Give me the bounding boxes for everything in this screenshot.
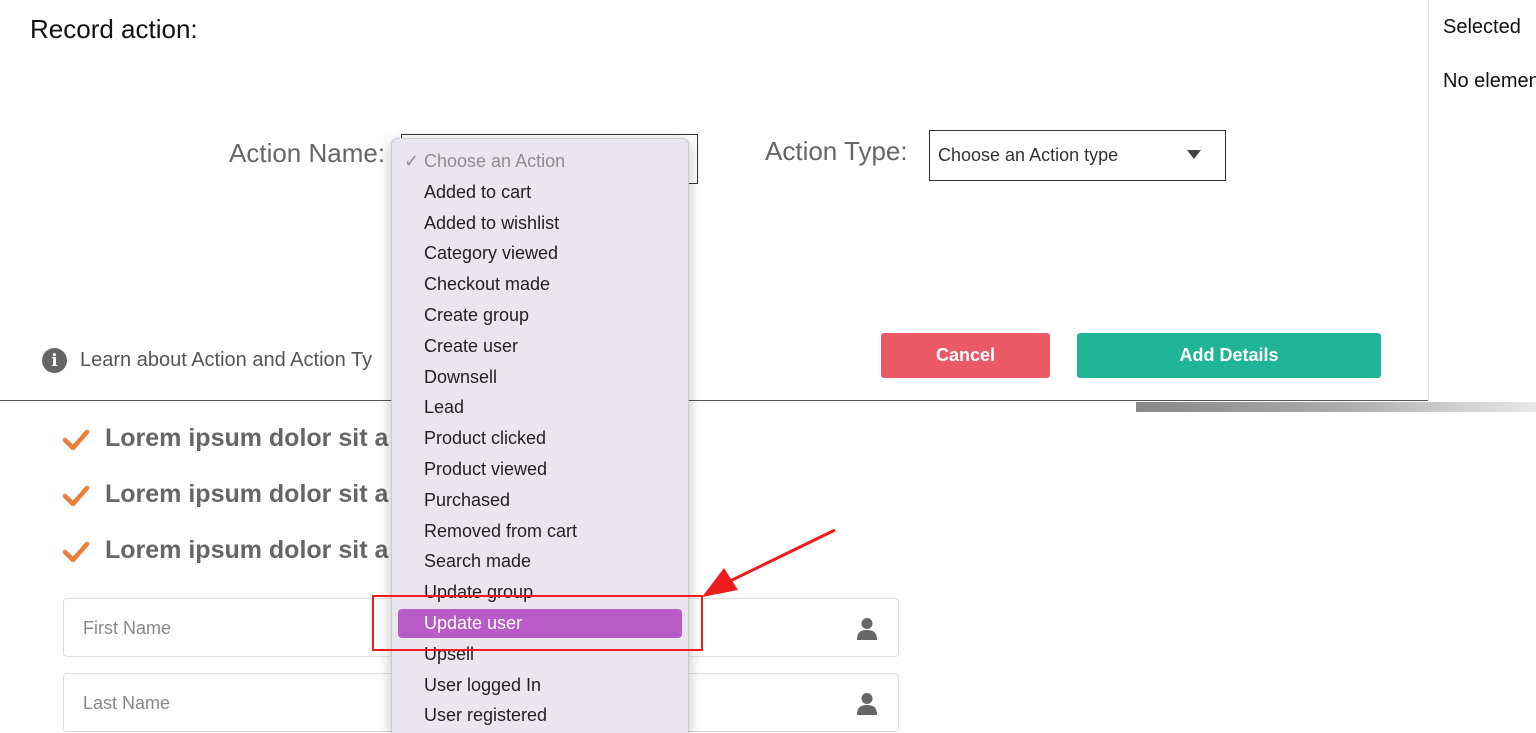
feature-bullet-text: Lorem ipsum dolor sit a [105,480,389,508]
dropdown-option[interactable]: User registered [398,701,682,730]
feature-bullet: Lorem ipsum dolor sit a [62,536,388,565]
action-type-select[interactable]: Choose an Action type [929,130,1226,181]
check-icon [62,429,90,450]
annotation-highlight-box [372,595,703,651]
selected-elements-panel: Selected No elemen [1428,0,1536,400]
dropdown-option[interactable]: Lead [398,393,682,422]
modal-title: Record action: [30,14,198,44]
selected-elements-title: Selected [1443,16,1521,38]
learn-more-link[interactable]: i Learn about Action and Action Ty [42,348,372,373]
dropdown-option[interactable]: User logged In [398,671,682,700]
check-icon [62,541,90,562]
learn-more-text: Learn about Action and Action Ty [80,349,373,371]
dropdown-option[interactable]: Purchased [398,486,682,515]
user-icon [857,618,877,640]
first-name-placeholder: First Name [83,618,172,638]
check-icon [62,485,90,506]
dropdown-option[interactable]: Create group [398,301,682,330]
feature-bullet-text: Lorem ipsum dolor sit a [105,536,389,564]
checkmark-icon: ✓ [404,151,420,171]
feature-bullet-text: Lorem ipsum dolor sit a [105,424,389,452]
record-action-modal: Record action: Action Name: Action Type:… [0,0,1428,401]
dropdown-option[interactable]: Create user [398,332,682,361]
dropdown-option[interactable]: Category viewed [398,239,682,268]
feature-bullet: Lorem ipsum dolor sit a [62,480,388,509]
no-elements-text: No elemen [1443,70,1536,92]
cancel-button[interactable]: Cancel [881,333,1050,378]
dropdown-option[interactable]: Removed from cart [398,517,682,546]
panel-shadow [1136,402,1536,412]
feature-bullet: Lorem ipsum dolor sit a [62,424,388,453]
user-icon [857,693,877,715]
dropdown-option[interactable]: Added to wishlist [398,209,682,238]
last-name-placeholder: Last Name [83,693,171,713]
dropdown-option-placeholder[interactable]: ✓ Choose an Action [398,147,682,176]
dropdown-option[interactable]: Product clicked [398,424,682,453]
info-icon: i [42,348,67,373]
dropdown-option[interactable]: Checkout made [398,270,682,299]
action-type-select-value: Choose an Action type [938,145,1119,165]
dropdown-option[interactable]: Product viewed [398,455,682,484]
dropdown-option[interactable]: Downsell [398,363,682,392]
dropdown-option[interactable]: Added to cart [398,178,682,207]
caret-down-icon [1187,150,1201,159]
action-type-label: Action Type: [765,136,908,166]
annotation-arrow-icon [702,528,836,597]
dropdown-option[interactable]: Search made [398,547,682,576]
action-name-label: Action Name: [229,138,386,168]
add-details-button[interactable]: Add Details [1077,333,1381,378]
